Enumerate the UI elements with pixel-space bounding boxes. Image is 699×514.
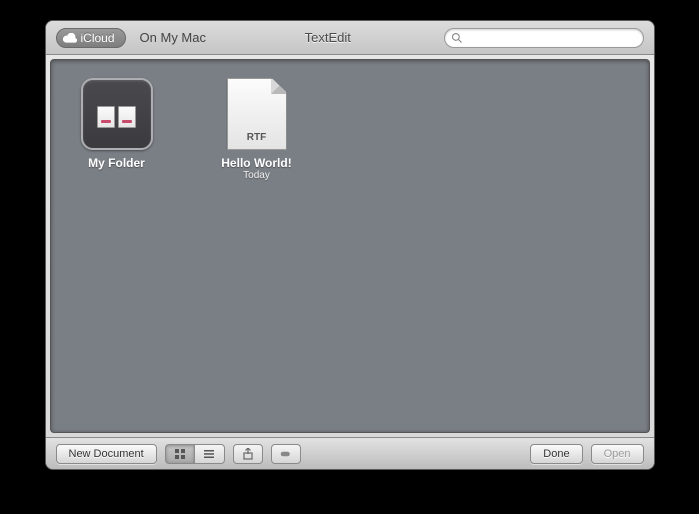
- file-item[interactable]: RTF Hello World! Today: [207, 78, 307, 181]
- item-date: Today: [243, 170, 270, 181]
- bottom-toolbar: New Document: [46, 437, 654, 469]
- item-label: Hello World!: [221, 156, 291, 170]
- cloud-icon: [63, 33, 77, 43]
- file-ext-label: RTF: [247, 132, 266, 143]
- tag-button[interactable]: [271, 444, 301, 464]
- search-icon: [451, 32, 463, 44]
- share-icon: [242, 448, 254, 460]
- icloud-label: iCloud: [81, 31, 115, 45]
- doc-thumbnail: [97, 106, 115, 128]
- file-browser[interactable]: My Folder RTF Hello World! Today: [50, 59, 650, 433]
- open-label: Open: [604, 448, 631, 460]
- on-my-mac-tab[interactable]: On My Mac: [134, 28, 212, 47]
- open-panel: iCloud On My Mac TextEdit My Folder RTF: [45, 20, 655, 470]
- share-button[interactable]: [233, 444, 263, 464]
- list-view-button[interactable]: [195, 444, 225, 464]
- icloud-tab[interactable]: iCloud: [56, 28, 126, 48]
- folder-icon: [81, 78, 153, 150]
- tag-icon: [280, 448, 292, 460]
- grid-icon: [174, 448, 186, 460]
- view-mode-segment: [165, 444, 225, 464]
- done-button[interactable]: Done: [530, 444, 582, 464]
- doc-thumbnail: [118, 106, 136, 128]
- done-label: Done: [543, 448, 569, 460]
- new-document-label: New Document: [69, 448, 144, 460]
- open-button[interactable]: Open: [591, 444, 644, 464]
- search-field[interactable]: [444, 28, 644, 48]
- icon-view-button[interactable]: [165, 444, 195, 464]
- new-document-button[interactable]: New Document: [56, 444, 157, 464]
- toolbar: iCloud On My Mac TextEdit: [46, 21, 654, 55]
- search-input[interactable]: [467, 32, 637, 44]
- item-label: My Folder: [88, 156, 145, 170]
- rtf-file-icon: RTF: [227, 78, 287, 150]
- on-my-mac-label: On My Mac: [140, 30, 206, 45]
- app-title: TextEdit: [220, 30, 436, 45]
- folder-item[interactable]: My Folder: [67, 78, 167, 170]
- list-icon: [203, 448, 215, 460]
